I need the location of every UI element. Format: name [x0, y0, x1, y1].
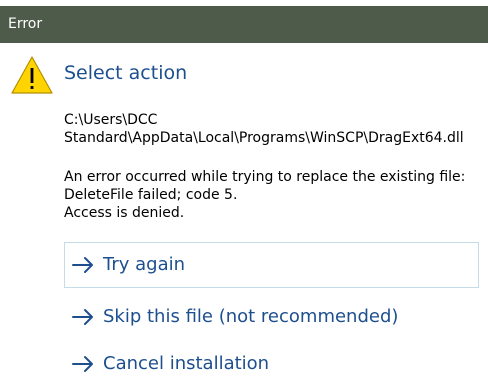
try-again-button[interactable]: Try again: [64, 242, 479, 288]
skip-file-label: Skip this file (not recommended): [103, 306, 399, 327]
skip-file-button[interactable]: Skip this file (not recommended): [64, 294, 479, 340]
arrow-right-icon: [72, 309, 93, 325]
cancel-installation-button[interactable]: Cancel installation: [64, 341, 479, 387]
file-path-line-2: Standard\AppData\Local\Programs\WinSCP\D…: [64, 130, 464, 146]
try-again-label: Try again: [103, 254, 186, 275]
cancel-installation-label: Cancel installation: [103, 353, 270, 374]
arrow-right-icon: [72, 257, 93, 273]
file-path-line-1: C:\Users\DCC: [64, 112, 158, 128]
warning-icon: [11, 56, 53, 94]
window-title: Error: [8, 16, 43, 32]
error-message-line-2: DeleteFile failed; code 5.: [64, 187, 238, 203]
error-dialog: Error Select action C:\Users\DCC Standar…: [0, 0, 488, 387]
error-message-line-1: An error occurred while trying to replac…: [64, 169, 466, 185]
error-message-line-3: Access is denied.: [64, 205, 185, 221]
dialog-heading: Select action: [64, 62, 188, 84]
arrow-right-icon: [72, 356, 93, 372]
title-bar[interactable]: Error: [0, 6, 488, 43]
